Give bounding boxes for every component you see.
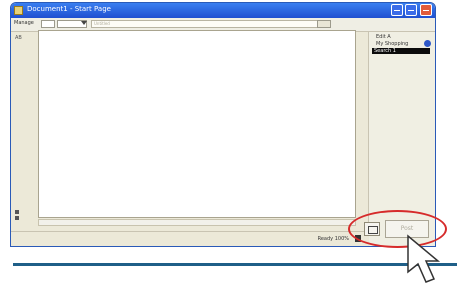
arrow-down-icon[interactable] [15, 216, 19, 220]
chevron-down-icon[interactable] [81, 21, 87, 25]
status-text: Ready 100% [317, 236, 349, 242]
window-title: Document1 - Start Page [27, 5, 111, 13]
toolbar-dropdown-small[interactable] [41, 20, 55, 28]
horizontal-scrollbar[interactable] [38, 219, 356, 226]
panel-select-text: Search 1 [374, 48, 396, 54]
mouse-cursor-icon [407, 234, 441, 283]
close-button[interactable] [420, 4, 432, 16]
go-button[interactable] [317, 20, 331, 28]
arrow-up-icon[interactable] [15, 210, 19, 214]
help-icon[interactable] [424, 40, 431, 47]
app-icon [14, 6, 23, 15]
maximize-button[interactable] [405, 4, 417, 16]
panel-line-1: Edit A [376, 34, 391, 40]
panel-line-2: My Shopping [376, 41, 409, 47]
title-bar[interactable]: Document1 - Start Page [11, 3, 435, 18]
minimize-button[interactable] [391, 4, 403, 16]
status-bar: Ready 100% [11, 231, 369, 246]
address-input[interactable]: Untitled [91, 20, 331, 28]
document-area[interactable] [38, 30, 356, 218]
section-separator [13, 263, 457, 266]
toolbar-label: Manage [14, 20, 34, 26]
left-tiny-label: AB [15, 35, 22, 41]
